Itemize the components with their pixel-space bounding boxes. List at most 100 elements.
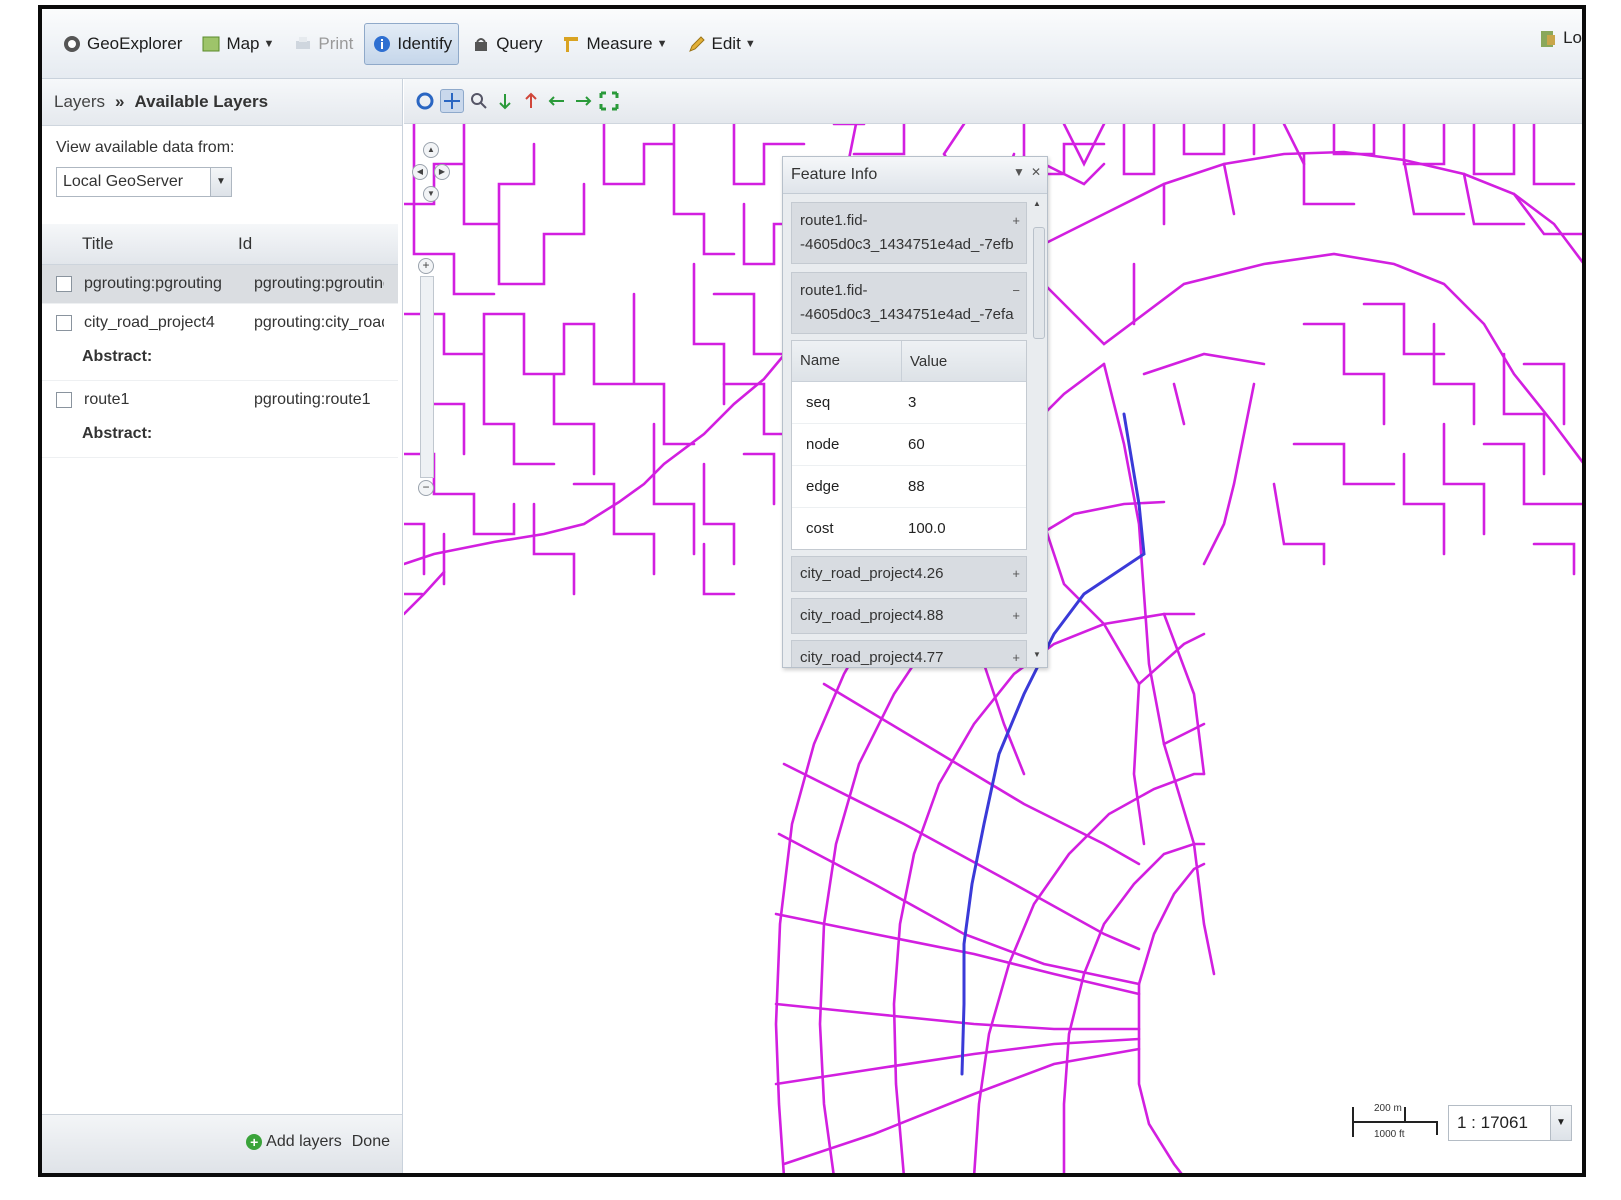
attribute-value: 60 [908, 436, 925, 453]
pan-icon[interactable] [440, 89, 464, 113]
identify-icon [371, 33, 393, 55]
layer-row[interactable]: route1 pgrouting:route1 Abstract: [42, 381, 398, 458]
collapse-icon[interactable]: ▼ [1013, 165, 1025, 179]
chevron-down-icon[interactable]: ▼ [210, 168, 231, 196]
attribute-name: cost [806, 520, 834, 537]
layer-row-checkbox[interactable] [56, 392, 72, 408]
table-row: edge 88 [792, 466, 1026, 508]
zoom-plus-button[interactable]: + [418, 258, 434, 274]
scale-bar-top-label: 200 m [1374, 1103, 1402, 1114]
zoom-minus-button[interactable]: − [418, 480, 434, 496]
feature-info-scrollbar[interactable]: ▲ ▼ [1032, 199, 1045, 659]
feature-item-label: city_road_project4.26 [800, 565, 944, 582]
close-icon[interactable]: ✕ [1031, 165, 1041, 179]
feature-item[interactable]: city_road_project4.77 + [791, 640, 1027, 667]
scroll-thumb[interactable] [1033, 227, 1045, 339]
feature-item-label: city_road_project4.77 [800, 649, 944, 666]
source-select[interactable]: Local GeoServer ▼ [56, 167, 232, 197]
login-label: Lo [1563, 28, 1582, 47]
scale-select-value: 1 : 17061 [1457, 1113, 1528, 1132]
print-button[interactable]: Print [285, 23, 360, 65]
collapse-icon[interactable]: − [1012, 279, 1020, 303]
pan-up-icon[interactable]: ▲ [423, 142, 439, 158]
geoexplorer-menu-button[interactable]: GeoExplorer [54, 23, 189, 65]
layer-title: pgrouting:pgrouting [84, 275, 222, 292]
scale-control: 200 m 1000 ft 1 : 17061 ▼ [1350, 1103, 1572, 1143]
attribute-name: edge [806, 478, 840, 495]
scroll-up-icon[interactable]: ▲ [1033, 199, 1041, 208]
layer-id: pgrouting:city_road_... [254, 314, 384, 331]
breadcrumb-layers-link[interactable]: Layers [54, 92, 105, 112]
pan-down-icon[interactable]: ▼ [423, 186, 439, 202]
pan-control[interactable]: ▲ ◀ ▶ ▼ [412, 124, 450, 214]
layer-row[interactable]: pgrouting:pgrouting pgrouting:pgrouting [42, 265, 398, 304]
name-column-header[interactable]: Name [792, 341, 902, 381]
pan-left-icon[interactable]: ◀ [412, 164, 428, 180]
add-layers-button[interactable]: Add layers [266, 1133, 342, 1151]
back-icon[interactable] [546, 90, 568, 112]
zoom-box-icon[interactable] [468, 90, 490, 112]
value-column-header[interactable]: Value [902, 353, 947, 370]
extent-icon[interactable] [598, 90, 620, 112]
feature-item-label: city_road_project4.88 [800, 607, 944, 624]
forward-icon[interactable] [572, 90, 594, 112]
zoom-in-icon[interactable] [494, 90, 516, 112]
map-canvas[interactable]: ▲ ◀ ▶ ▼ + − Feature Info ▼ ✕ route1.fid-… [404, 124, 1582, 1173]
attribute-value: 100.0 [908, 520, 946, 537]
main-toolbar: GeoExplorer Map ▼ Print Identify Query M… [42, 9, 1582, 79]
feature-item[interactable]: city_road_project4.88 + [791, 598, 1027, 634]
attribute-table-header: Name Value [792, 341, 1026, 382]
scroll-down-icon[interactable]: ▼ [1033, 650, 1041, 659]
chevron-down-icon: ▼ [656, 37, 668, 50]
map-menu-button[interactable]: Map ▼ [193, 23, 281, 65]
print-label: Print [318, 33, 354, 53]
source-label: View available data from: [56, 139, 235, 156]
title-column-header[interactable]: Title [42, 234, 218, 254]
identify-button[interactable]: Identify [364, 22, 460, 65]
breadcrumb: Layers » Available Layers [42, 79, 402, 126]
print-icon [292, 33, 314, 55]
layer-title: city_road_project4 [84, 314, 215, 331]
refresh-icon[interactable] [414, 90, 436, 112]
layer-id: pgrouting:pgrouting [254, 275, 384, 292]
chevron-down-icon: ▼ [263, 37, 275, 50]
expand-icon[interactable]: + [1012, 209, 1020, 233]
panel-footer: + Add layers Done [42, 1114, 402, 1173]
feature-info-window[interactable]: Feature Info ▼ ✕ route1.fid--4605d0c3_14… [782, 156, 1048, 668]
zoom-slider[interactable] [420, 276, 434, 478]
login-button[interactable]: Lo [1537, 27, 1582, 49]
breadcrumb-separator: » [115, 92, 125, 111]
layer-id: pgrouting:route1 [254, 391, 371, 408]
query-button[interactable]: Query [463, 23, 549, 65]
zoom-out-icon[interactable] [520, 90, 542, 112]
feature-group[interactable]: route1.fid--4605d0c3_1434751e4ad_-7efa − [791, 272, 1027, 334]
measure-icon [560, 33, 582, 55]
map-label: Map [226, 33, 260, 53]
layer-row-checkbox[interactable] [56, 315, 72, 331]
identify-label: Identify [397, 33, 453, 53]
query-icon [470, 33, 492, 55]
layer-abstract: Abstract: [82, 425, 153, 442]
measure-menu-button[interactable]: Measure ▼ [553, 23, 674, 65]
feature-item[interactable]: city_road_project4.26 + [791, 556, 1027, 592]
map-icon [200, 33, 222, 55]
geoexplorer-icon [61, 33, 83, 55]
expand-icon[interactable]: + [1012, 557, 1020, 591]
chevron-down-icon[interactable]: ▼ [1550, 1106, 1571, 1140]
expand-icon[interactable]: + [1012, 641, 1020, 667]
pan-right-icon[interactable]: ▶ [434, 164, 450, 180]
layer-row-checkbox[interactable] [56, 276, 72, 292]
id-column-header[interactable]: Id [218, 234, 252, 254]
attribute-value: 88 [908, 478, 925, 495]
feature-group[interactable]: route1.fid--4605d0c3_1434751e4ad_-7efb + [791, 202, 1027, 264]
scale-select[interactable]: 1 : 17061 ▼ [1448, 1105, 1572, 1141]
add-icon: + [246, 1134, 263, 1150]
expand-icon[interactable]: + [1012, 599, 1020, 633]
layer-row[interactable]: city_road_project4 pgrouting:city_road_.… [42, 304, 398, 381]
done-button[interactable]: Done [352, 1133, 390, 1151]
feature-info-titlebar[interactable]: Feature Info ▼ ✕ [783, 157, 1047, 194]
scale-bar-bottom-label: 1000 ft [1374, 1129, 1405, 1140]
layer-abstract: Abstract: [82, 348, 153, 365]
breadcrumb-current: Available Layers [134, 92, 269, 111]
edit-menu-button[interactable]: Edit ▼ [679, 23, 763, 65]
